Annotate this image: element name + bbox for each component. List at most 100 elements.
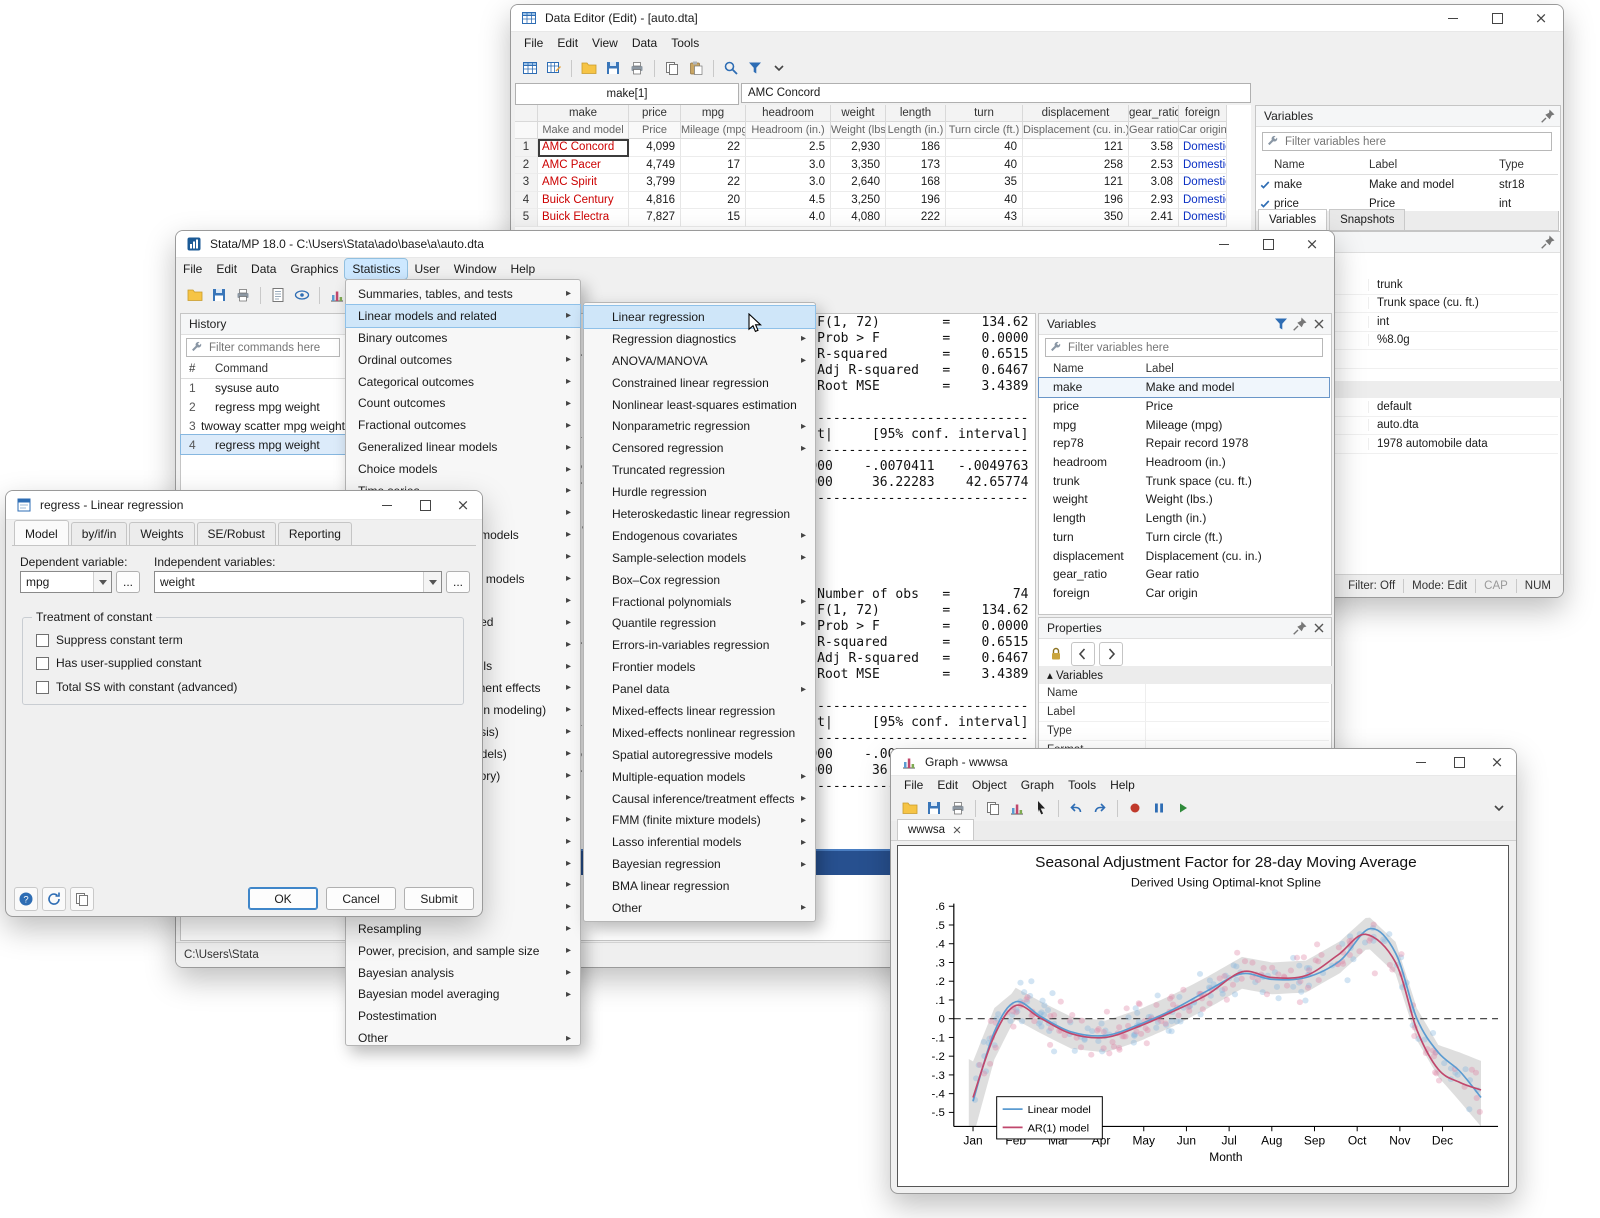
property-value[interactable]: auto.dta bbox=[1368, 419, 1555, 431]
property-value[interactable]: int bbox=[1368, 316, 1555, 328]
history-row[interactable]: 1 sysuse auto bbox=[181, 378, 345, 397]
lock-icon[interactable] bbox=[1045, 643, 1067, 665]
menu-item[interactable]: File bbox=[517, 33, 550, 53]
statistics-menu-item[interactable]: Bayesian analysis ▸ bbox=[346, 962, 580, 984]
column-header[interactable]: mpg bbox=[681, 105, 746, 122]
submenu-item[interactable]: Lasso inferential models ▸ bbox=[584, 831, 815, 853]
cell-gear-ratio[interactable]: 3.08 bbox=[1129, 174, 1179, 192]
paste-icon[interactable] bbox=[685, 57, 707, 79]
menu-item[interactable]: File bbox=[897, 775, 930, 795]
cell-gear-ratio[interactable]: 3.58 bbox=[1129, 139, 1179, 157]
save-icon[interactable] bbox=[602, 57, 624, 79]
submenu-item[interactable]: Constrained linear regression bbox=[584, 372, 815, 394]
submenu-item[interactable]: Other ▸ bbox=[584, 897, 815, 919]
checkbox-option[interactable]: Total SS with constant (advanced) bbox=[36, 680, 237, 694]
submenu-item[interactable]: Hurdle regression bbox=[584, 481, 815, 503]
cell-displacement[interactable]: 350 bbox=[1023, 209, 1129, 227]
pin-icon[interactable] bbox=[1291, 619, 1308, 636]
cell-turn[interactable]: 40 bbox=[946, 157, 1023, 175]
menu-item[interactable]: View bbox=[585, 33, 625, 53]
submenu-item[interactable]: Bayesian regression ▸ bbox=[584, 853, 815, 875]
maximize-button[interactable] bbox=[1440, 749, 1478, 775]
cell-headroom[interactable]: 3.0 bbox=[746, 174, 831, 192]
cell-make[interactable]: AMC Spirit bbox=[538, 174, 629, 192]
row-number[interactable]: 3 bbox=[515, 174, 538, 192]
variable-row[interactable]: mpg Mileage (mpg) bbox=[1039, 415, 1329, 434]
independent-variables-combo[interactable]: weight bbox=[154, 571, 442, 593]
variable-checkbox[interactable] bbox=[1256, 198, 1274, 210]
statistics-menu-item[interactable]: Resampling ▸ bbox=[346, 918, 580, 940]
column-header[interactable]: foreign bbox=[1179, 105, 1227, 122]
col-name[interactable]: Name bbox=[1039, 363, 1146, 375]
cell-mpg[interactable]: 20 bbox=[681, 192, 746, 210]
cell-weight[interactable]: 4,080 bbox=[831, 209, 886, 227]
statistics-menu-item[interactable]: Linear models and related ▸ bbox=[346, 305, 580, 327]
property-value[interactable]: 1978 automobile data bbox=[1368, 438, 1555, 450]
submenu-item[interactable]: Regression diagnostics ▸ bbox=[584, 328, 815, 350]
menu-item[interactable]: Edit bbox=[209, 259, 244, 279]
folder-icon[interactable] bbox=[578, 57, 600, 79]
chevd-icon[interactable] bbox=[768, 57, 790, 79]
independent-variables-browse-button[interactable]: ... bbox=[446, 571, 470, 593]
variable-row[interactable]: trunk Trunk space (cu. ft.) bbox=[1039, 471, 1329, 490]
variable-row[interactable]: displacement Displacement (cu. in.) bbox=[1039, 546, 1329, 565]
cell-headroom[interactable]: 2.5 bbox=[746, 139, 831, 157]
cell-headroom[interactable]: 4.0 bbox=[746, 209, 831, 227]
col-label[interactable]: Label bbox=[1369, 159, 1499, 171]
property-value[interactable]: trunk bbox=[1368, 279, 1555, 291]
cell-turn[interactable]: 43 bbox=[946, 209, 1023, 227]
cell-headroom[interactable]: 3.0 bbox=[746, 157, 831, 175]
submenu-item[interactable]: Censored regression ▸ bbox=[584, 437, 815, 459]
cell-gear-ratio[interactable]: 2.53 bbox=[1129, 157, 1179, 175]
menu-item[interactable]: Tools bbox=[1061, 775, 1103, 795]
history-row[interactable]: 2 regress mpg weight bbox=[181, 397, 345, 416]
property-value[interactable] bbox=[1145, 722, 1326, 740]
column-header[interactable]: make bbox=[538, 105, 629, 122]
statistics-menu-item[interactable]: Bayesian model averaging ▸ bbox=[346, 984, 580, 1006]
cell-weight[interactable]: 2,930 bbox=[831, 139, 886, 157]
folder-icon[interactable] bbox=[899, 797, 921, 819]
variable-row[interactable]: make Make and model str18 bbox=[1256, 176, 1558, 195]
minimize-button[interactable] bbox=[1431, 5, 1475, 31]
menu-item[interactable]: User bbox=[407, 259, 446, 279]
submenu-item[interactable]: ANOVA/MANOVA ▸ bbox=[584, 350, 815, 372]
col-command[interactable]: Command bbox=[215, 363, 268, 375]
cell-turn[interactable]: 40 bbox=[946, 139, 1023, 157]
pin-icon[interactable] bbox=[1291, 315, 1308, 332]
variables-filter-input[interactable] bbox=[1045, 338, 1323, 357]
history-row[interactable]: 3 twoway scatter mpg weight bbox=[181, 416, 345, 435]
statistics-menu-item[interactable]: Power, precision, and sample size ▸ bbox=[346, 940, 580, 962]
play-icon[interactable] bbox=[1172, 797, 1194, 819]
submenu-item[interactable]: Causal inference/treatment effects ▸ bbox=[584, 788, 815, 810]
statistics-menu-item[interactable]: Summaries, tables, and tests ▸ bbox=[346, 283, 580, 305]
cell-make[interactable]: AMC Pacer bbox=[538, 157, 629, 175]
statistics-menu-item[interactable]: Other ▸ bbox=[346, 1027, 580, 1049]
submenu-item[interactable]: Nonparametric regression ▸ bbox=[584, 415, 815, 437]
dialog-button[interactable]: OK bbox=[248, 887, 318, 910]
submenu-item[interactable]: Mixed-effects linear regression bbox=[584, 700, 815, 722]
dialog-tab[interactable]: SE/Robust bbox=[197, 522, 276, 545]
dialog-tab[interactable]: Model bbox=[14, 520, 69, 545]
property-value[interactable] bbox=[1145, 684, 1326, 702]
dialog-button[interactable]: Submit bbox=[404, 887, 474, 910]
graph-tab[interactable]: wwwsa bbox=[897, 819, 974, 840]
menu-item[interactable]: Edit bbox=[930, 775, 965, 795]
minimize-button[interactable] bbox=[368, 491, 406, 519]
checkbox-option[interactable]: Has user-supplied constant bbox=[36, 656, 201, 670]
cell-foreign[interactable]: Domestic bbox=[1179, 139, 1227, 157]
cell-weight[interactable]: 3,250 bbox=[831, 192, 886, 210]
close-button[interactable]: × bbox=[444, 491, 482, 519]
submenu-item[interactable]: Mixed-effects nonlinear regression bbox=[584, 722, 815, 744]
variable-row[interactable]: make Make and model bbox=[1039, 378, 1329, 397]
cell-length[interactable]: 222 bbox=[886, 209, 946, 227]
properties-section-variables[interactable]: ▴ Variables bbox=[1039, 666, 1335, 684]
cell-length[interactable]: 196 bbox=[886, 192, 946, 210]
cell-weight[interactable]: 3,350 bbox=[831, 157, 886, 175]
checkbox-option[interactable]: Suppress constant term bbox=[36, 633, 183, 647]
submenu-item[interactable]: Sample-selection models ▸ bbox=[584, 547, 815, 569]
statistics-menu-item[interactable]: Postestimation bbox=[346, 1005, 580, 1027]
menu-item[interactable]: Data bbox=[625, 33, 664, 53]
funnel-icon[interactable] bbox=[744, 57, 766, 79]
submenu-item[interactable]: Nonlinear least-squares estimation bbox=[584, 394, 815, 416]
pointer-icon[interactable] bbox=[1030, 797, 1052, 819]
